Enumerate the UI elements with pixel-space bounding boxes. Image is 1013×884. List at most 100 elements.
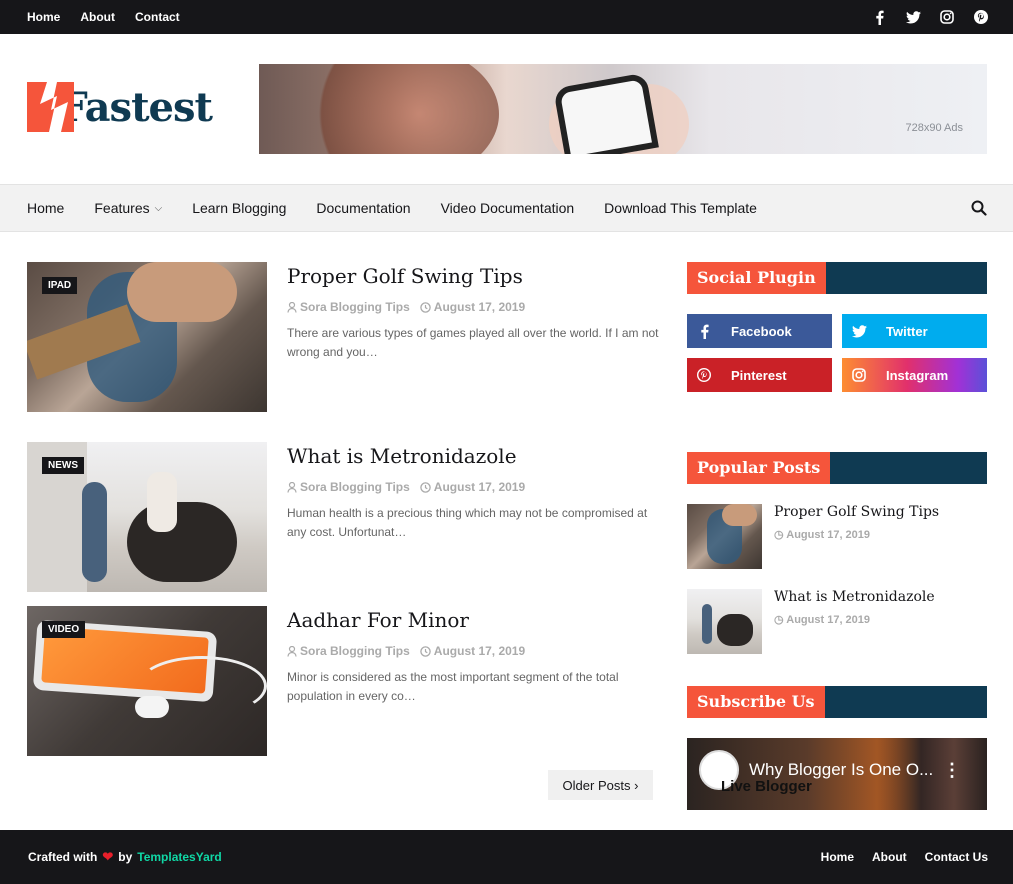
nav-item-label: Documentation: [316, 200, 411, 216]
widget-title-popular: Popular Posts: [687, 452, 987, 484]
post-date: August 17, 2019: [420, 300, 525, 314]
widget-title-subscribe: Subscribe Us: [687, 686, 987, 718]
thumb-head: [127, 262, 237, 322]
thumb-rider: [147, 472, 177, 532]
top-link-contact[interactable]: Contact: [135, 10, 180, 24]
nav-item-features[interactable]: Features ⌵: [94, 200, 162, 216]
video-channel-name: Live Blogger: [721, 778, 812, 795]
top-link-about[interactable]: About: [80, 10, 115, 24]
twitter-icon[interactable]: [905, 9, 921, 25]
post-snippet: Human health is a precious thing which m…: [287, 506, 648, 539]
thumb-motorbike: [717, 614, 753, 646]
popular-post-title[interactable]: Proper Golf Swing Tips: [774, 504, 939, 520]
popular-post-date: ◷ August 17, 2019: [774, 614, 871, 626]
popular-post-thumbnail[interactable]: [687, 504, 762, 569]
footer-brand-link[interactable]: TemplatesYard: [137, 850, 221, 864]
user-icon: [287, 481, 297, 493]
thumb-earbud: [135, 696, 169, 718]
post-author[interactable]: Sora Blogging Tips: [287, 480, 410, 494]
facebook-icon[interactable]: [871, 9, 887, 25]
popular-post-item: Proper Golf Swing Tips ◷ August 17, 2019: [687, 504, 987, 570]
footer-link-home[interactable]: Home: [821, 850, 854, 864]
top-bar: Home About Contact: [0, 0, 1013, 34]
search-icon[interactable]: [971, 200, 987, 216]
more-options-icon[interactable]: ⋮: [943, 760, 961, 781]
post-thumbnail[interactable]: NEWS: [27, 442, 267, 592]
heart-icon: ❤: [102, 849, 114, 864]
instagram-icon: [842, 358, 876, 392]
logo-bolt-icon: [27, 82, 74, 132]
facebook-icon: [687, 314, 721, 348]
post-item: VIDEO Aadhar For Minor Sora Blogging Tip…: [27, 606, 657, 756]
site-logo[interactable]: Fastest: [27, 80, 213, 134]
user-icon: [287, 301, 297, 313]
post-author[interactable]: Sora Blogging Tips: [287, 644, 410, 658]
footer-by-text: by: [118, 850, 133, 864]
nav-item-download-template[interactable]: Download This Template: [604, 200, 757, 216]
nav-item-home[interactable]: Home: [27, 200, 64, 216]
post-label[interactable]: VIDEO: [42, 621, 86, 638]
older-posts-button[interactable]: Older Posts ›: [548, 770, 653, 800]
site-footer: Crafted with ❤ by TemplatesYard Home Abo…: [0, 830, 1013, 884]
social-button-label: Twitter: [886, 323, 928, 339]
thumb-motorbike: [127, 502, 237, 582]
post-item: NEWS What is Metronidazole Sora Blogging…: [27, 442, 657, 592]
nav-item-label: Features: [94, 200, 150, 216]
post-author[interactable]: Sora Blogging Tips: [287, 300, 410, 314]
post-item: IPAD Proper Golf Swing Tips Sora Bloggin…: [27, 262, 659, 412]
nav-item-label: Video Documentation: [440, 200, 575, 216]
popular-post-title[interactable]: What is Metronidazole: [774, 589, 935, 605]
popular-post-date: ◷ August 17, 2019: [774, 529, 871, 541]
clock-icon: [420, 301, 431, 313]
video-title[interactable]: Why Blogger Is One O...: [749, 760, 933, 780]
social-button-pinterest[interactable]: Pinterest: [687, 358, 832, 392]
nav-item-label: Download This Template: [604, 200, 757, 216]
footer-menu: Home About Contact Us: [821, 830, 988, 884]
footer-credit: Crafted with ❤ by TemplatesYard: [28, 830, 222, 884]
logo-text: Fastest: [59, 83, 213, 131]
nav-item-label: Learn Blogging: [192, 200, 287, 216]
post-label[interactable]: NEWS: [42, 457, 84, 474]
clock-icon: [420, 481, 431, 493]
video-embed[interactable]: Why Blogger Is One O... Live Blogger ⋮: [687, 738, 987, 810]
twitter-icon: [842, 314, 876, 348]
footer-link-contact[interactable]: Contact Us: [925, 850, 988, 864]
social-button-label: Pinterest: [731, 367, 787, 383]
footer-crafted-text: Crafted with: [28, 850, 98, 864]
popular-post-thumbnail[interactable]: [687, 589, 762, 654]
ad-image-phone: [553, 72, 659, 154]
clock-icon: ◷: [774, 529, 784, 541]
post-date: August 17, 2019: [420, 644, 525, 658]
clock-icon: [420, 645, 431, 657]
post-meta: Sora Blogging Tips August 17, 2019: [287, 480, 525, 494]
footer-link-about[interactable]: About: [872, 850, 907, 864]
instagram-icon[interactable]: [939, 9, 955, 25]
post-title[interactable]: Proper Golf Swing Tips: [287, 264, 523, 288]
header-ad-banner[interactable]: 728x90 Ads: [259, 64, 987, 154]
post-thumbnail[interactable]: IPAD: [27, 262, 267, 412]
nav-item-learn-blogging[interactable]: Learn Blogging: [192, 200, 286, 216]
nav-item-label: Home: [27, 200, 65, 216]
social-button-label: Facebook: [731, 323, 792, 339]
post-thumbnail[interactable]: VIDEO: [27, 606, 267, 756]
main-navigation: Home Features ⌵ Learn Blogging Documentat…: [0, 184, 1013, 232]
social-button-twitter[interactable]: Twitter: [842, 314, 987, 348]
top-menu: Home About Contact: [27, 0, 180, 34]
social-button-instagram[interactable]: Instagram: [842, 358, 987, 392]
nav-item-documentation[interactable]: Documentation: [316, 200, 410, 216]
pinterest-icon[interactable]: [973, 9, 989, 25]
post-title[interactable]: Aadhar For Minor: [287, 608, 469, 632]
post-title[interactable]: What is Metronidazole: [287, 444, 517, 468]
social-button-facebook[interactable]: Facebook: [687, 314, 832, 348]
nav-item-video-documentation[interactable]: Video Documentation: [441, 200, 575, 216]
user-icon: [287, 645, 297, 657]
post-label[interactable]: IPAD: [42, 277, 78, 294]
widget-title-social: Social Plugin: [687, 262, 987, 294]
post-date: August 17, 2019: [420, 480, 525, 494]
pinterest-icon: [687, 358, 721, 392]
thumb-woman: [702, 604, 712, 644]
ad-size-label: 728x90 Ads: [905, 122, 964, 134]
post-snippet: Minor is considered as the most importan…: [287, 670, 619, 703]
thumb-head: [722, 504, 757, 526]
top-link-home[interactable]: Home: [27, 10, 60, 24]
